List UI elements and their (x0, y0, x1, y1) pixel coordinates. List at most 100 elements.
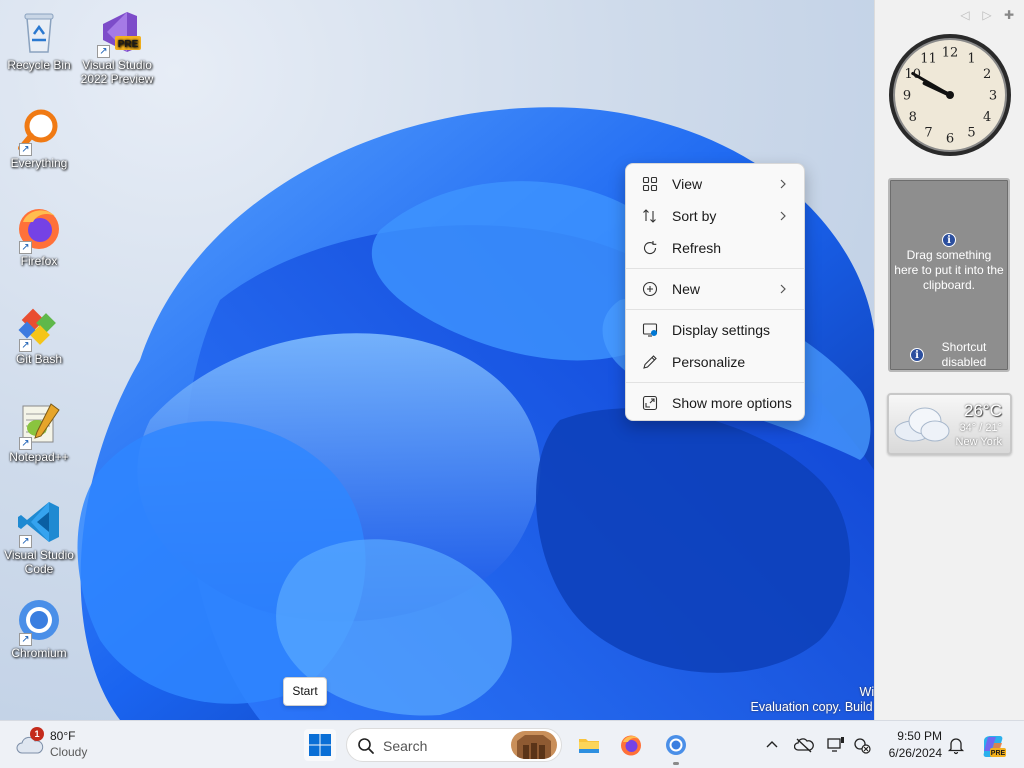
watermark: Wind Evaluation copy. Build 26 (700, 683, 874, 717)
vscode-icon: ↗ (15, 498, 63, 548)
weather-gadget[interactable]: 26°C 34° / 21° New York (887, 393, 1012, 455)
chevron-right-icon (780, 179, 786, 189)
clock-numeral: 12 (942, 46, 959, 61)
visual-studio-preview-icon: PRE ↗ (93, 8, 141, 58)
taskbar-firefox[interactable] (615, 729, 647, 761)
clock-numeral: 9 (903, 89, 911, 104)
menu-item-show-more-options[interactable]: Show more options (630, 387, 800, 419)
gadget-sidebar: ◁ ▷ ✚ 121234567891011 i Drag something h… (874, 0, 1024, 720)
desktop-icon-label: Visual Studio 2022 Preview (80, 58, 154, 86)
menu-item-refresh[interactable]: Refresh (630, 232, 800, 264)
desktop-icon-notepad-plus-plus[interactable]: ↗ Notepad++ (0, 400, 78, 464)
clipboard-message: Drag something here to put it into the c… (894, 248, 1004, 292)
running-indicator (673, 762, 679, 765)
clock-numeral: 1 (967, 51, 975, 66)
analog-clock[interactable]: 121234567891011 (887, 32, 1013, 158)
menu-separator (626, 268, 804, 269)
next-arrow-icon[interactable]: ▷ (980, 8, 994, 22)
desktop-icon-chromium[interactable]: ↗ Chromium (0, 596, 78, 660)
clock-numeral: 2 (983, 67, 991, 82)
menu-separator (626, 382, 804, 383)
add-circle-icon (642, 281, 658, 297)
windows-logo-icon (309, 734, 331, 756)
taskbar-search-box[interactable]: Search (346, 728, 562, 762)
taskbar-clock-time[interactable]: 9:50 PM (886, 729, 942, 743)
desktop-icon-visual-studio-preview[interactable]: PRE ↗ Visual Studio 2022 Preview (78, 8, 156, 86)
taskbar: 1 80°F Cloudy Search 9:50 PM 6/26/2024 P… (0, 720, 1024, 768)
pen-icon (642, 354, 658, 370)
git-bash-icon: ↗ (15, 302, 63, 352)
search-placeholder: Search (383, 738, 428, 754)
desktop-icon-label: Chromium (11, 646, 67, 660)
menu-item-label: Sort by (672, 208, 717, 224)
desktop-icon-label: Notepad++ (9, 450, 69, 464)
shortcut-arrow-icon: ↗ (19, 143, 32, 156)
grid-view-icon (642, 176, 658, 192)
chevron-right-icon (780, 284, 786, 294)
start-button[interactable] (304, 729, 336, 761)
clipboard-shortcut-status: Shortcut disabled (941, 340, 987, 369)
notepad-plus-plus-icon: ↗ (15, 400, 63, 450)
watermark-line2: Evaluation copy. Build 26 (750, 700, 874, 714)
firefox-icon: ↗ (15, 204, 63, 254)
desktop-icon-firefox[interactable]: ↗ Firefox (0, 204, 78, 268)
desktop-icon-label: Firefox (20, 254, 58, 268)
taskbar-chromium[interactable] (660, 729, 692, 765)
info-icon: i (942, 233, 956, 247)
refresh-icon (642, 240, 658, 256)
menu-item-new[interactable]: New (630, 273, 800, 305)
menu-item-label: Display settings (672, 322, 771, 338)
search-icon (358, 738, 374, 754)
desktop-icon-git-bash[interactable]: ↗ Git Bash (0, 302, 78, 366)
menu-item-sort-by[interactable]: Sort by (630, 200, 800, 232)
copilot-preview-icon[interactable]: PRE (980, 733, 1006, 759)
start-tooltip: Start (283, 677, 327, 706)
everything-search-icon: ↗ (15, 106, 63, 156)
network-icon[interactable] (826, 735, 846, 755)
desktop-icon-recycle-bin[interactable]: Recycle Bin (0, 8, 78, 72)
volume-muted-icon[interactable] (852, 735, 872, 755)
chevron-right-icon (780, 211, 786, 221)
desktop-icon-label: Recycle Bin (7, 58, 71, 72)
previous-arrow-icon[interactable]: ◁ (958, 8, 972, 22)
weather-range: 34° / 21° (959, 422, 1002, 434)
clock-numeral: 11 (920, 51, 937, 66)
menu-item-view[interactable]: View (630, 168, 800, 200)
add-gadget-icon[interactable]: ✚ (1002, 8, 1016, 22)
shortcut-arrow-icon: ↗ (19, 437, 32, 450)
onedrive-offline-icon[interactable] (794, 735, 814, 755)
clock-numeral: 7 (924, 126, 932, 141)
chromium-icon (666, 735, 686, 755)
notification-bell-icon[interactable] (946, 735, 966, 755)
menu-item-personalize[interactable]: Personalize (630, 346, 800, 378)
info-icon: i (910, 348, 924, 362)
clipboard-gadget[interactable]: i Drag something here to put it into the… (888, 178, 1010, 372)
sort-icon (642, 208, 658, 224)
display-settings-icon (642, 322, 658, 338)
menu-item-label: Refresh (672, 240, 722, 256)
shortcut-arrow-icon: ↗ (19, 633, 32, 646)
desktop-icon-everything[interactable]: ↗ Everything (0, 106, 78, 170)
desktop-icon-label: Git Bash (15, 352, 63, 366)
clock-numeral: 4 (983, 110, 991, 125)
weather-temperature: 26°C (964, 401, 1002, 420)
cloud-icon (894, 407, 950, 442)
taskbar-weather-condition: Cloudy (50, 745, 88, 759)
notification-badge: 1 (30, 727, 44, 741)
taskbar-weather-widget[interactable]: 1 80°F Cloudy (14, 727, 104, 763)
desktop-icon-label: Visual Studio Code (4, 548, 74, 576)
chromium-icon: ↗ (15, 596, 63, 646)
shortcut-arrow-icon: ↗ (19, 535, 32, 548)
taskbar-file-explorer[interactable] (573, 729, 605, 761)
sidebar-controls: ◁ ▷ ✚ (958, 8, 1016, 22)
menu-item-label: View (672, 176, 703, 192)
firefox-icon (621, 735, 641, 756)
recycle-bin-icon (15, 8, 63, 56)
svg-text:PRE: PRE (118, 39, 139, 50)
chevron-up-icon[interactable] (762, 735, 782, 755)
folder-icon (579, 739, 599, 753)
taskbar-clock-date[interactable]: 6/26/2024 (880, 746, 942, 760)
taskbar-weather-temp: 80°F (50, 729, 76, 743)
menu-item-display-settings[interactable]: Display settings (630, 314, 800, 346)
desktop-icon-vscode[interactable]: ↗ Visual Studio Code (0, 498, 78, 576)
